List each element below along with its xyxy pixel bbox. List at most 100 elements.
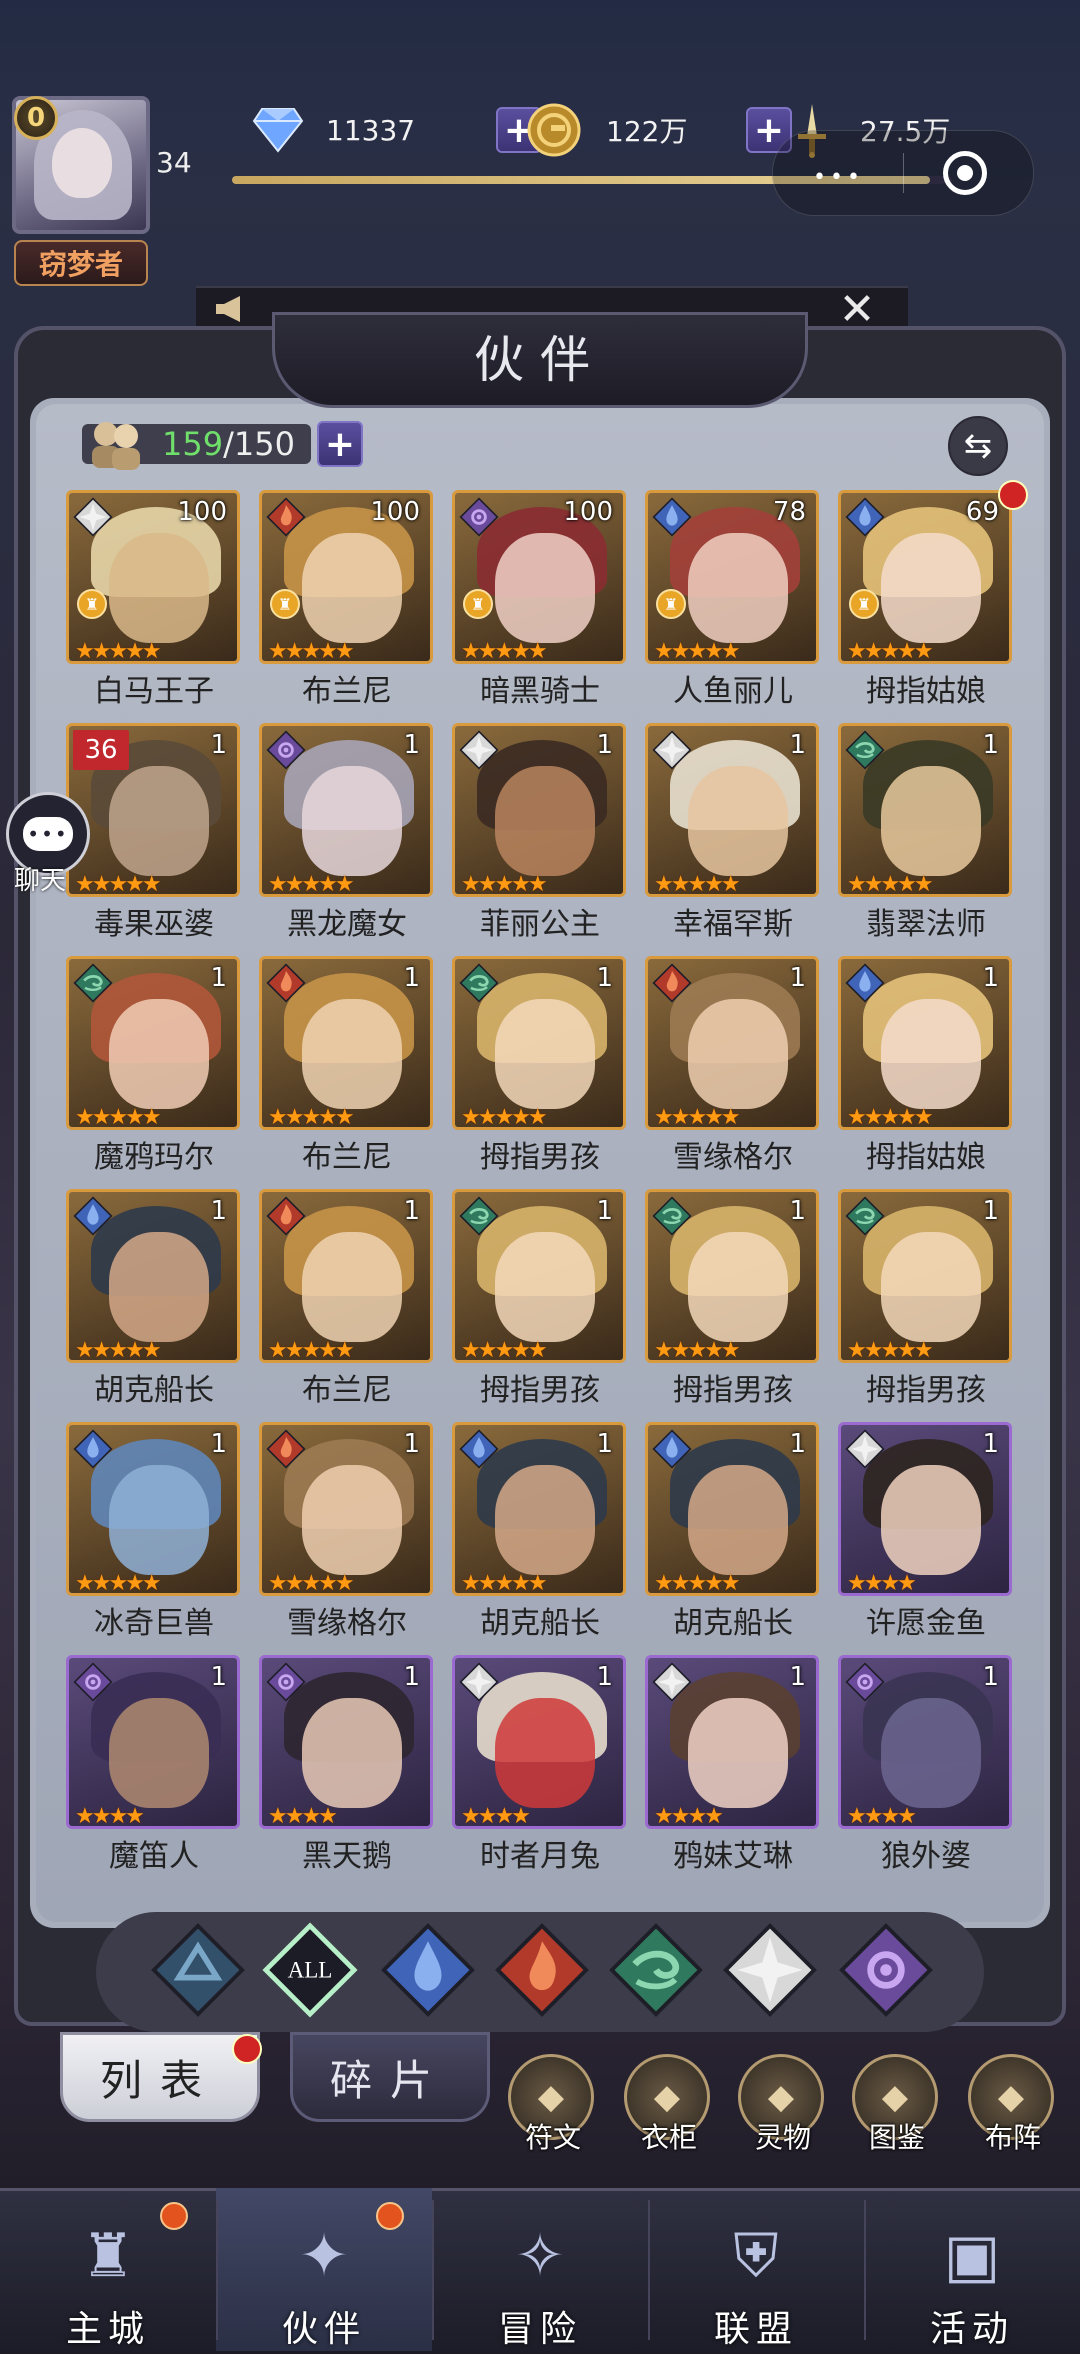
nav-castle[interactable]: ♜ 主城 [0,2188,216,2351]
hero-card[interactable]: 69 ♜ ★★★★★ 拇指姑娘 [838,480,1028,709]
hero-card[interactable]: 1 ★★★★★ 雪缘格尔 [259,1422,437,1641]
hero-face [688,766,788,876]
hero-card[interactable]: 1 ★★★★★ 魔鸦玛尔 [66,956,244,1175]
player-title-badge[interactable]: 窃梦者 [14,240,148,286]
hero-card[interactable]: 1 ★★★★★ 拇指男孩 [645,1189,823,1408]
hero-face [688,999,788,1109]
hero-portrait: 1 ★★★★★ [838,723,1012,897]
filter-light-button[interactable] [722,1922,818,2018]
all-elements-icon: ALL [262,1922,358,2018]
hero-face [495,1232,595,1342]
hero-card[interactable]: 1 ★★★★ 时者月兔 [452,1655,630,1874]
hero-stars: ★★★★★ [461,639,548,664]
hero-portrait: 69 ♜ ★★★★★ [838,490,1012,664]
nav-compass[interactable]: ✧ 冒险 [432,2188,648,2351]
hero-card[interactable]: 1 ★★★★★ 黑龙魔女 [259,723,437,942]
hero-card[interactable]: 78 ♜ ★★★★★ 人鱼丽儿 [645,490,823,709]
hero-name: 拇指姑娘 [866,1140,986,1175]
hero-card[interactable]: 100 ♜ ★★★★★ 暗黑骑士 [452,490,630,709]
filter-wind-button[interactable] [608,1922,704,2018]
hero-name: 冰奇巨兽 [94,1606,214,1641]
function-label: 衣柜 [640,2121,697,2154]
hero-card[interactable]: 1 ★★★★★ 幸福罕斯 [645,723,823,942]
function-formation-button[interactable]: ◆ 布阵 [968,2054,1058,2164]
shield-icon: ⛨ [733,2221,779,2291]
hero-card[interactable]: 1 ★★★★★ 拇指男孩 [452,956,630,1175]
hero-card[interactable]: 1 ★★★★ 魔笛人 [66,1655,244,1874]
close-icon[interactable]: ✕ [832,284,882,335]
hero-card[interactable]: 1 ★★★★★ 拇指男孩 [838,1189,1016,1408]
hero-card[interactable]: 1 ★★★★ 鸦妹艾琳 [645,1655,823,1874]
gold-count: 122万 [606,115,688,148]
wind-element-icon [73,963,113,1003]
hero-card[interactable]: 1 ★★★★★ 雪缘格尔 [645,956,823,1175]
wind-element-icon [845,1196,885,1236]
hero-card[interactable]: 1 ★★★★ 许愿金鱼 [838,1422,1016,1641]
hero-card[interactable]: 1 ★★★★★ 胡克船长 [452,1422,630,1641]
hero-face [495,1465,595,1575]
hero-name: 布兰尼 [302,1373,392,1408]
hero-card[interactable]: 1 ★★★★ 狼外婆 [838,1655,1016,1874]
nav-shield[interactable]: ⛨ 联盟 [648,2188,864,2351]
tab-list[interactable]: 列表 [60,2032,260,2122]
hero-portrait: 1 ★★★★★ [452,956,626,1130]
filter-shadow-button[interactable] [150,1922,246,2018]
people-icon [82,416,152,472]
dark-element-icon [459,497,499,537]
hero-card[interactable]: 1 ★★★★★ 胡克船长 [66,1189,244,1408]
function-rune-button[interactable]: ◆ 符文 [508,2054,598,2164]
close-miniprogram-button[interactable] [943,151,987,195]
function-wardrobe-button[interactable]: ◆ 衣柜 [624,2054,714,2164]
roster-max: /150 [223,425,295,463]
hero-card[interactable]: 100 ♜ ★★★★★ 布兰尼 [259,490,437,709]
hero-card[interactable]: 1 ★★★★★ 胡克船长 [645,1422,823,1641]
hero-card[interactable]: 36 1 ★★★★★ 毒果巫婆 [66,723,244,942]
function-spirit-button[interactable]: ◆ 灵物 [738,2054,828,2164]
hero-card[interactable]: 1 ★★★★★ 菲丽公主 [452,723,630,942]
tab-fragments[interactable]: 碎片 [290,2032,490,2122]
water-element-icon [459,1429,499,1469]
hero-level: 1 [789,1662,806,1692]
hero-name: 拇指姑娘 [866,674,986,709]
more-menu-button[interactable]: ••• [813,165,864,190]
hero-portrait: 1 ★★★★ [452,1655,626,1829]
wind-element-icon [652,1196,692,1236]
chat-bubble-icon: ••• [23,817,73,851]
nav-partner[interactable]: ✦ 伙伴 [216,2188,432,2351]
hero-name: 魔鸦玛尔 [94,1140,214,1175]
sort-swap-button[interactable]: ⇆ [948,416,1008,476]
nav-cards[interactable]: ▣ 活动 [864,2188,1080,2351]
hero-card[interactable]: 1 ★★★★★ 布兰尼 [259,1189,437,1408]
water-element-icon [73,1196,113,1236]
dark-element-icon [266,730,306,770]
filter-fire-button[interactable] [494,1922,590,2018]
hero-stars: ★★★★ [847,1571,917,1596]
hero-card[interactable]: 1 ★★★★★ 冰奇巨兽 [66,1422,244,1641]
nav-divider [216,2200,218,2340]
function-codex-button[interactable]: ◆ 图鉴 [852,2054,942,2164]
wind-element-icon [845,730,885,770]
hero-face [302,533,402,643]
hero-portrait: 1 ★★★★★ [259,1422,433,1596]
hero-level: 1 [403,730,420,760]
filter-dark-button[interactable] [838,1922,934,2018]
hero-level: 1 [596,1196,613,1226]
hero-stars: ★★★★★ [654,1571,741,1596]
nav-notification-dot [376,2202,404,2230]
hero-card[interactable]: 1 ★★★★★ 拇指姑娘 [838,956,1016,1175]
expand-roster-button[interactable]: + [316,421,363,467]
filter-water-button[interactable] [380,1922,476,2018]
hero-card[interactable]: 1 ★★★★★ 布兰尼 [259,956,437,1175]
page-title: 伙伴 [474,331,606,389]
hero-card[interactable]: 100 ♜ ★★★★★ 白马王子 [66,490,244,709]
wind-element-icon [459,1196,499,1236]
hero-name: 时者月兔 [480,1839,600,1874]
wind-element-icon [459,963,499,1003]
filter-all-button[interactable]: ALL [262,1922,358,2018]
hero-card[interactable]: 1 ★★★★★ 翡翠法师 [838,723,1016,942]
diamond-icon [250,102,306,158]
hero-stars: ★★★★★ [461,1338,548,1363]
hero-card[interactable]: 1 ★★★★★ 拇指男孩 [452,1189,630,1408]
player-level: 34 [156,146,192,179]
hero-card[interactable]: 1 ★★★★ 黑天鹅 [259,1655,437,1874]
